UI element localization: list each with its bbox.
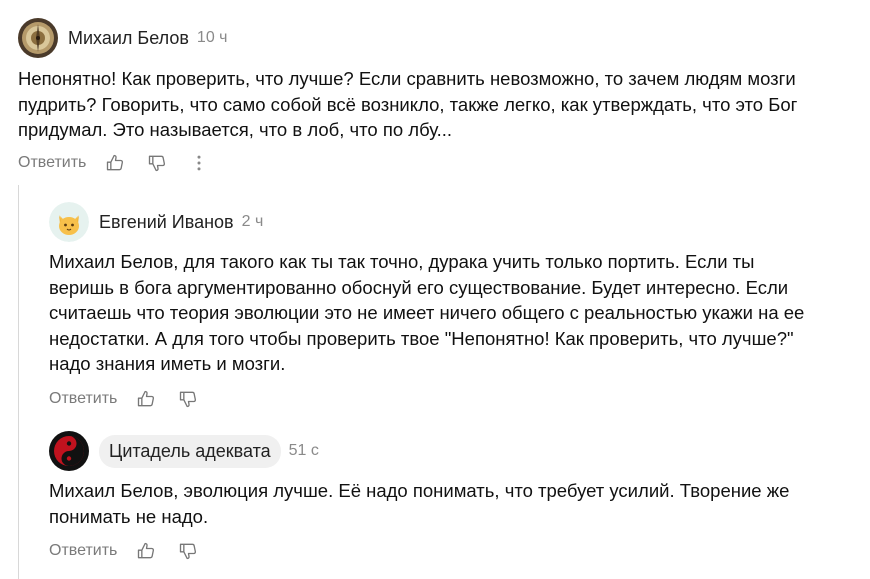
- comment-time[interactable]: 10 ч: [197, 29, 228, 47]
- comment-header: Михаил Белов 10 ч: [18, 18, 858, 58]
- thumbs-up-icon[interactable]: [104, 152, 126, 174]
- comment-actions: Ответить: [49, 387, 849, 411]
- thumbs-down-icon[interactable]: [177, 388, 199, 410]
- thumbs-down-icon[interactable]: [177, 540, 199, 562]
- thumbs-down-icon[interactable]: [146, 152, 168, 174]
- author-avatar[interactable]: [49, 202, 89, 242]
- comment-time[interactable]: 51 с: [289, 442, 319, 460]
- comment-2: Евгений Иванов 2 ч Михаил Белов, для так…: [49, 202, 849, 411]
- comment-text: Непонятно! Как проверить, что лучше? Есл…: [18, 68, 798, 140]
- author-name[interactable]: Михаил Белов: [68, 28, 189, 49]
- author-avatar[interactable]: [18, 18, 58, 58]
- comment-text: Михаил Белов, для такого как ты так точн…: [49, 251, 805, 374]
- author-name[interactable]: Евгений Иванов: [99, 212, 234, 233]
- comment-time[interactable]: 2 ч: [242, 213, 264, 231]
- reply-button[interactable]: Ответить: [18, 154, 86, 172]
- comment-1: Михаил Белов 10 ч Непонятно! Как провери…: [18, 18, 858, 175]
- comment-3: Цитадель адеквата 51 с Михаил Белов, эво…: [49, 431, 849, 563]
- thumbs-up-icon[interactable]: [135, 388, 157, 410]
- author-name[interactable]: Цитадель адеквата: [99, 434, 281, 468]
- reply-button[interactable]: Ответить: [49, 542, 117, 560]
- author-avatar[interactable]: [49, 431, 89, 471]
- comment-text: Михаил Белов, эволюция лучше. Её надо по…: [49, 480, 790, 527]
- comment-actions: Ответить: [18, 151, 858, 175]
- comment-header: Цитадель адеквата 51 с: [49, 431, 849, 471]
- more-options-icon[interactable]: [188, 152, 210, 174]
- comment-header: Евгений Иванов 2 ч: [49, 202, 849, 242]
- reply-button[interactable]: Ответить: [49, 390, 117, 408]
- thumbs-up-icon[interactable]: [135, 540, 157, 562]
- comment-actions: Ответить: [49, 539, 849, 563]
- thread-line: [18, 185, 19, 579]
